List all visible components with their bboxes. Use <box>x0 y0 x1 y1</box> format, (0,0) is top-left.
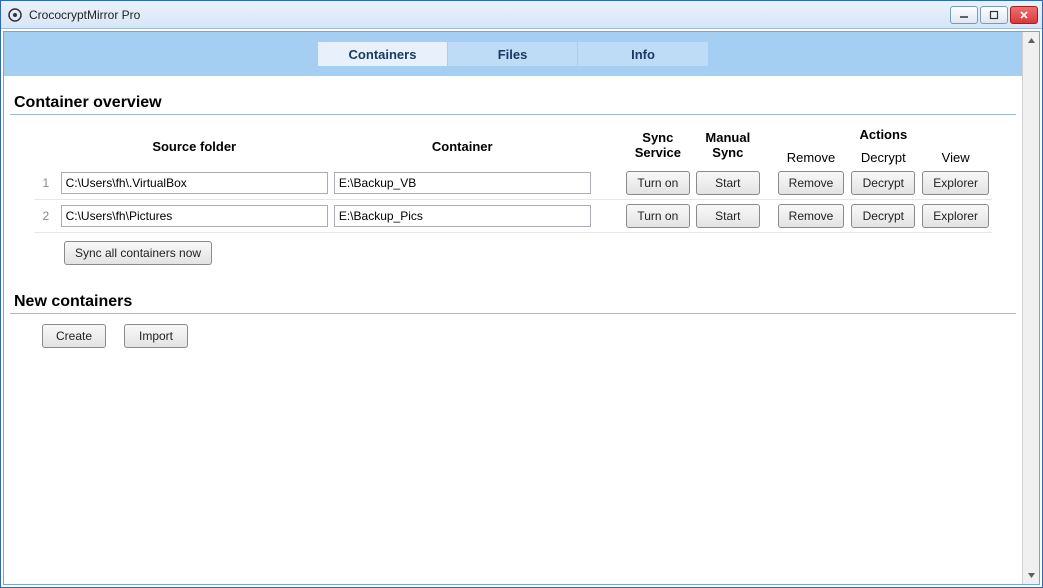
source-folder-input[interactable] <box>61 172 328 194</box>
import-button[interactable]: Import <box>124 324 188 348</box>
tab-bar: Containers Files Info <box>4 32 1022 76</box>
close-button[interactable] <box>1010 6 1038 24</box>
window-title: CrococryptMirror Pro <box>29 8 140 22</box>
manual-sync-button[interactable]: Start <box>696 204 760 228</box>
header-decrypt: Decrypt <box>847 144 919 167</box>
explorer-button[interactable]: Explorer <box>922 204 989 228</box>
client-area: Containers Files Info Container overview… <box>3 31 1040 585</box>
header-container: Container <box>331 121 594 167</box>
header-view: View <box>919 144 992 167</box>
header-sync-service: SyncService <box>623 121 693 167</box>
vertical-scrollbar[interactable] <box>1022 32 1039 584</box>
sync-service-button[interactable]: Turn on <box>626 204 690 228</box>
header-remove: Remove <box>775 144 848 167</box>
containers-table: Source folder Container SyncService Manu… <box>34 121 992 233</box>
section-new-title: New containers <box>10 293 1016 314</box>
scroll-up-icon[interactable] <box>1023 32 1039 49</box>
titlebar: CrococryptMirror Pro <box>1 1 1042 29</box>
header-actions: Actions <box>775 121 992 144</box>
source-folder-input[interactable] <box>61 205 328 227</box>
tab-info[interactable]: Info <box>578 42 708 66</box>
table-row: 1 Turn on Start Remove Decrypt Explorer <box>34 167 992 200</box>
explorer-button[interactable]: Explorer <box>922 171 989 195</box>
manual-sync-button[interactable]: Start <box>696 171 760 195</box>
create-button[interactable]: Create <box>42 324 106 348</box>
table-row: 2 Turn on Start Remove Decrypt Explorer <box>34 200 992 233</box>
app-window: CrococryptMirror Pro Containers File <box>0 0 1043 588</box>
remove-button[interactable]: Remove <box>778 204 845 228</box>
row-number: 1 <box>34 167 58 200</box>
row-number: 2 <box>34 200 58 233</box>
remove-button[interactable]: Remove <box>778 171 845 195</box>
sync-all-button[interactable]: Sync all containers now <box>64 241 212 265</box>
container-path-input[interactable] <box>334 172 591 194</box>
app-icon <box>7 7 23 23</box>
section-overview-title: Container overview <box>10 94 1016 115</box>
header-manual-sync: ManualSync <box>693 121 763 167</box>
decrypt-button[interactable]: Decrypt <box>851 204 915 228</box>
sync-service-button[interactable]: Turn on <box>626 171 690 195</box>
scroll-down-icon[interactable] <box>1023 567 1039 584</box>
tab-containers[interactable]: Containers <box>318 42 448 66</box>
container-path-input[interactable] <box>334 205 591 227</box>
decrypt-button[interactable]: Decrypt <box>851 171 915 195</box>
maximize-button[interactable] <box>980 6 1008 24</box>
tab-files[interactable]: Files <box>448 42 578 66</box>
minimize-button[interactable] <box>950 6 978 24</box>
window-controls <box>950 6 1038 24</box>
header-source: Source folder <box>58 121 331 167</box>
content: Containers Files Info Container overview… <box>4 32 1022 584</box>
